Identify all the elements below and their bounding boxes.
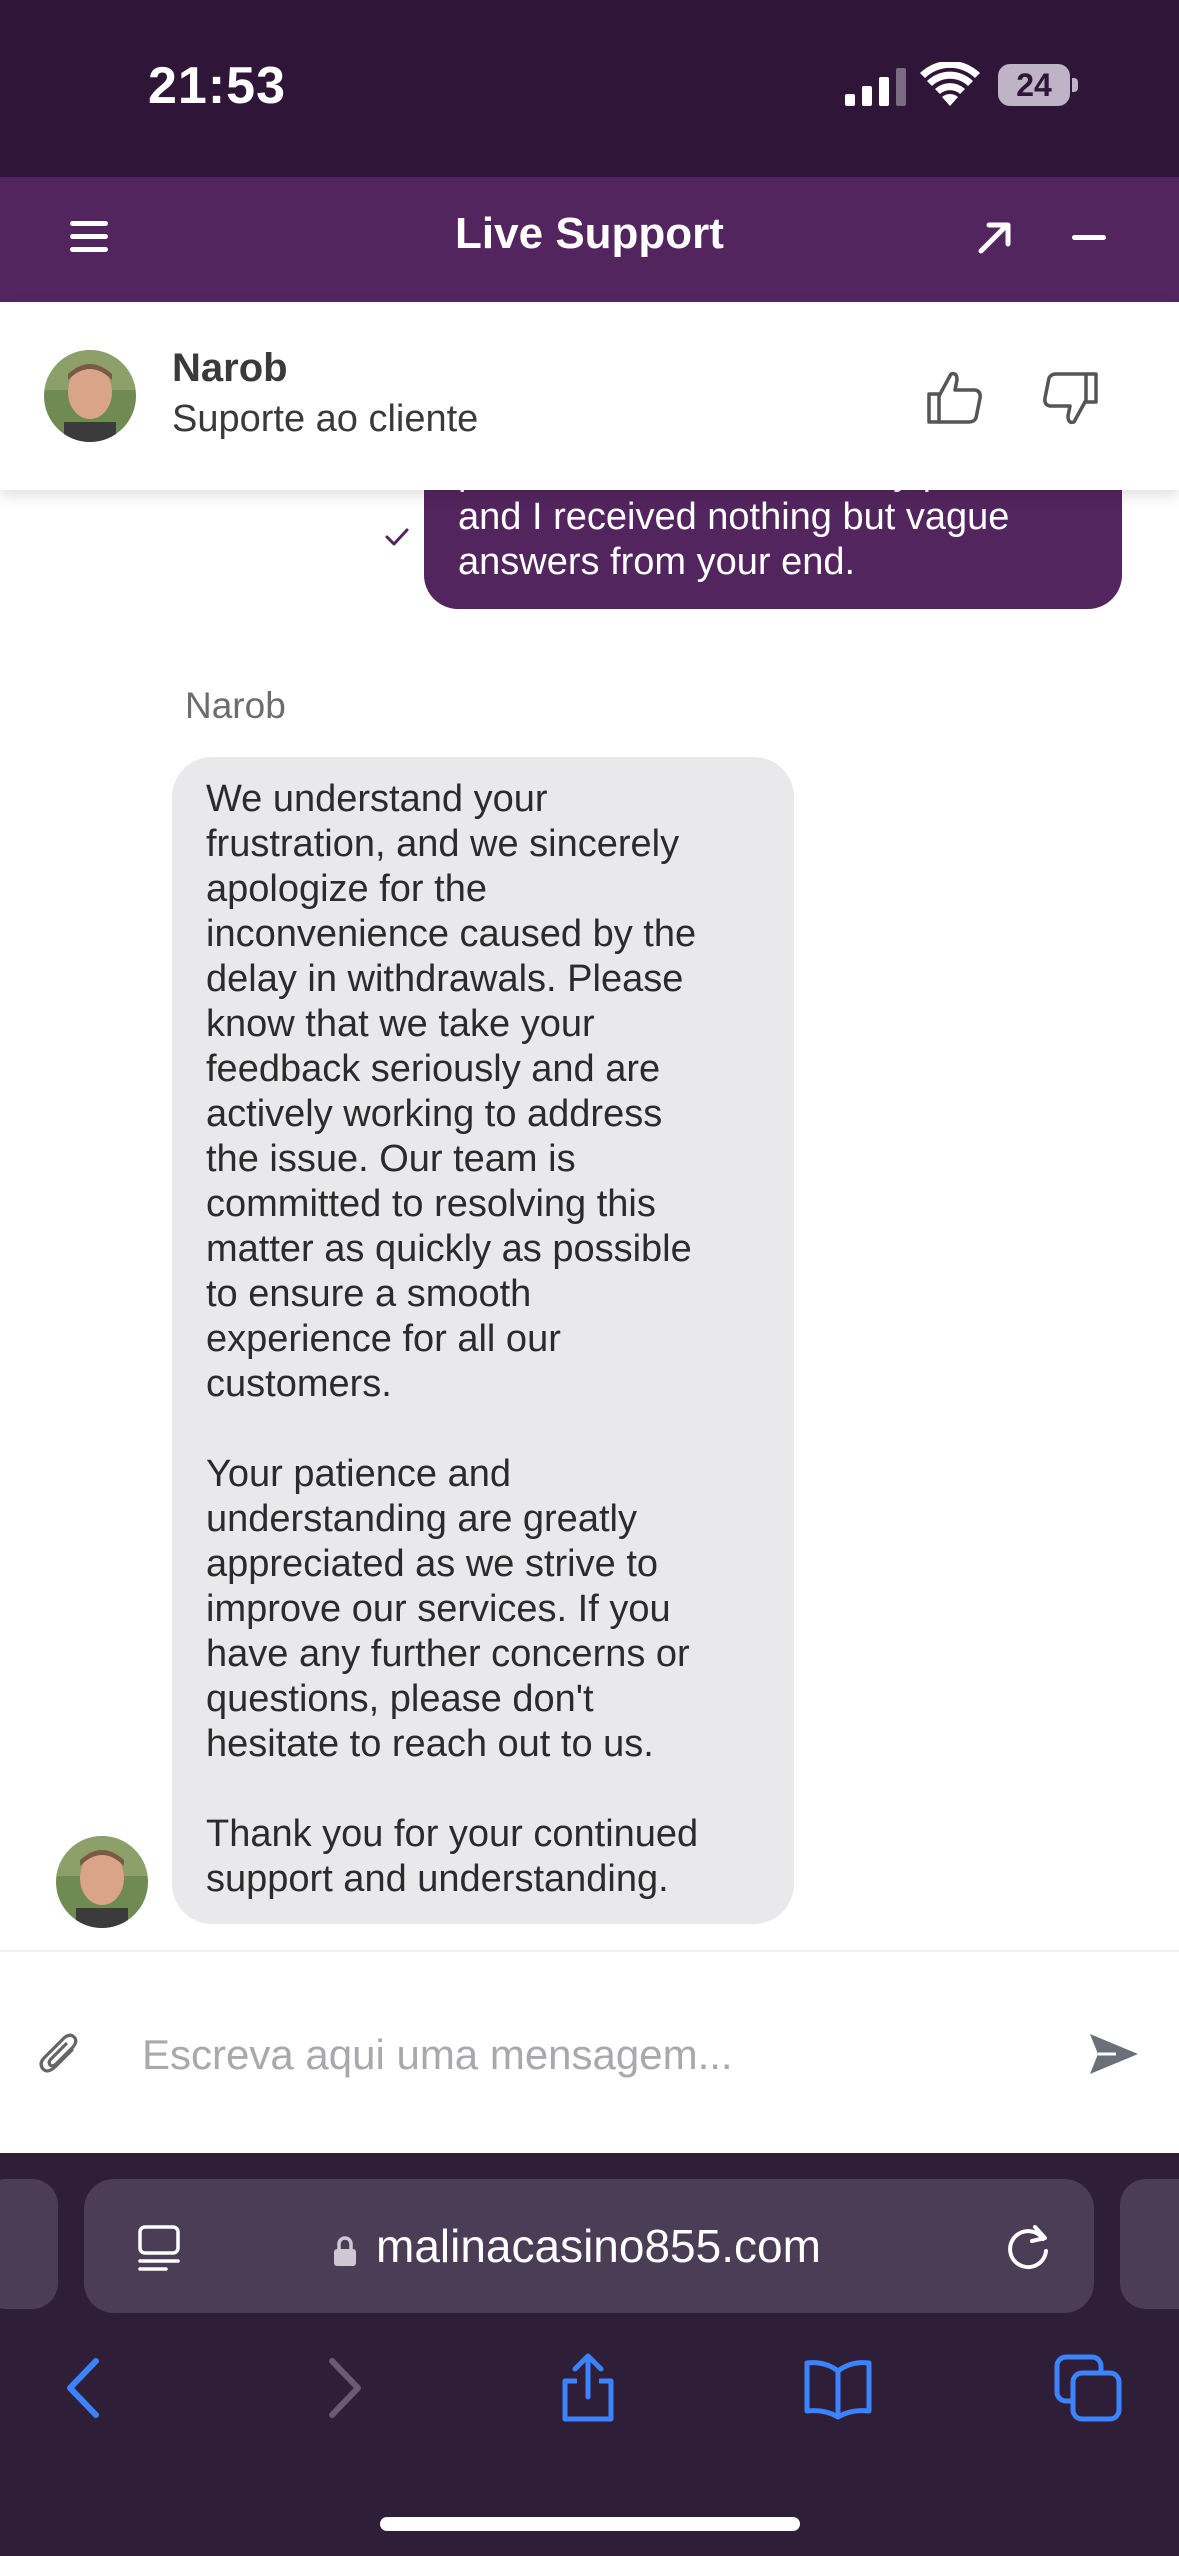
wifi-icon (920, 62, 980, 106)
agent-name: Narob (172, 346, 288, 390)
minimize-icon[interactable] (1072, 235, 1106, 240)
agent-bar: Narob Suporte ao cliente (0, 302, 1179, 490)
status-bar: 21:53 24 (0, 0, 1179, 177)
chat-header: Live Support (0, 177, 1179, 302)
address-bar[interactable]: malinacasino855.com (84, 2179, 1094, 2313)
reload-icon[interactable] (1002, 2221, 1054, 2273)
tabs-icon[interactable] (1053, 2353, 1123, 2423)
message-paragraph: We understand your frustration, and we s… (206, 778, 697, 1405)
url-text: malinacasino855.com (376, 2220, 821, 2272)
thumbs-up-icon[interactable] (925, 368, 985, 428)
reader-mode-icon[interactable] (136, 2223, 182, 2273)
battery-level: 24 (1016, 67, 1052, 103)
paperclip-icon[interactable] (38, 2030, 82, 2078)
agent-message-bubble: We understand your frustration, and we s… (172, 757, 794, 1924)
next-tab-preview[interactable] (1120, 2179, 1179, 2309)
message-paragraph: Your patience and understanding are grea… (206, 1453, 690, 1765)
check-icon (385, 528, 409, 546)
thumbs-down-icon[interactable] (1040, 368, 1100, 428)
agent-avatar (44, 350, 136, 442)
sender-name: Narob (185, 685, 286, 726)
back-icon[interactable] (52, 2353, 122, 2423)
expand-icon[interactable] (975, 217, 1015, 257)
bookmarks-icon[interactable] (803, 2353, 873, 2423)
lock-icon (334, 2236, 356, 2266)
message-input[interactable] (142, 2012, 1042, 2098)
agent-role: Suporte ao cliente (172, 398, 479, 440)
battery-icon: 24 (998, 64, 1078, 106)
message-composer (0, 1950, 1179, 2153)
forward-icon[interactable] (306, 2353, 376, 2423)
message-list[interactable]: professional and extremely patient, and … (0, 490, 1179, 1950)
send-icon[interactable] (1088, 2030, 1140, 2078)
home-indicator (380, 2517, 800, 2531)
message-paragraph: Thank you for your continued support and… (206, 1813, 699, 1900)
share-icon[interactable] (553, 2353, 623, 2423)
previous-tab-preview[interactable] (0, 2179, 58, 2309)
user-message-bubble: professional and extremely patient, and … (424, 490, 1122, 609)
cellular-signal-icon (845, 68, 906, 106)
agent-message-avatar (56, 1836, 148, 1928)
status-time: 21:53 (148, 57, 286, 115)
